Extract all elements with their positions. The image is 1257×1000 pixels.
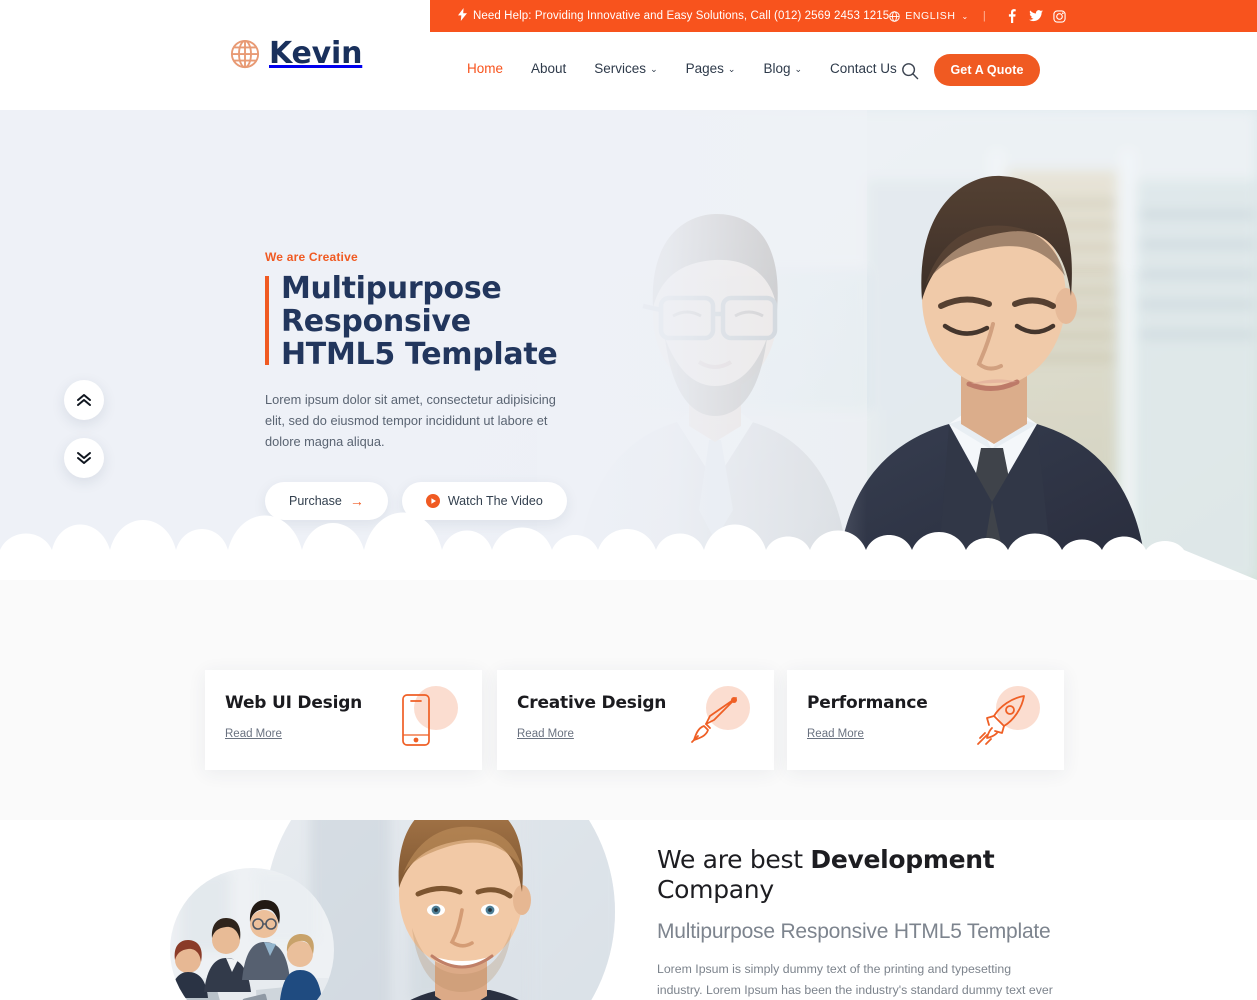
chevron-down-icon: ⌄ [727,64,736,74]
nav-item-about[interactable]: About [517,61,580,76]
nav-item-pages-label: Pages [685,61,724,76]
about-heading-bold: Development [810,845,995,874]
about-heading-pre: We are best [657,845,811,874]
about-heading: We are best Development Company [657,845,1057,905]
nav-item-pages[interactable]: Pages ⌄ [672,61,750,76]
hero-title-block: Multipurpose Responsive HTML5 Template [265,272,665,371]
nav-item-services-label: Services [594,61,647,76]
about-paragraph: Lorem Ipsum is simply dummy text of the … [657,961,1053,997]
topbar-divider: | [982,10,986,22]
logo-text: Kevin [269,36,363,71]
feature-card-web-ui-design[interactable]: Web UI Design Read More [205,670,482,770]
mobile-phone-icon [392,686,460,754]
about-text: We are best Development Company Multipur… [657,845,1057,1000]
about-images [160,737,640,1000]
twitter-icon[interactable] [1024,6,1048,26]
nav-item-home[interactable]: Home [453,61,517,76]
bolt-icon [458,8,467,24]
hero-content: We are Creative Multipurpose Responsive … [265,250,665,521]
hero-title: Multipurpose Responsive HTML5 Template [281,272,665,371]
paintbrush-icon [684,686,752,754]
search-icon[interactable] [901,62,919,80]
instagram-icon[interactable] [1048,6,1072,26]
nav-item-contact-us-label: Contact Us [830,61,897,76]
globe-icon [889,10,900,22]
hero-subtitle: Lorem ipsum dolor sit amet, consectetur … [265,389,565,452]
feature-card-title: Web UI Design [225,693,363,713]
feature-card-title: Performance [807,693,928,713]
read-more-link[interactable]: Read More [225,723,291,745]
rocket-icon [974,686,1042,754]
read-more-link[interactable]: Read More [807,723,873,745]
site-header: Need Help: Providing Innovative and Easy… [0,0,1257,110]
slider-next-button[interactable] [64,438,104,478]
about-heading-post: Company [657,875,774,904]
feature-card-creative-design[interactable]: Creative Design Read More [497,670,774,770]
language-label: ENGLISH [905,10,956,22]
top-announcement-bar: Need Help: Providing Innovative and Easy… [430,0,1257,32]
page-root: We are Creative Multipurpose Responsive … [0,0,1257,1000]
feature-card-performance[interactable]: Performance Read More [787,670,1064,770]
topbar-message-group: Need Help: Providing Innovative and Easy… [458,8,889,24]
hero-slider-nav [64,380,104,478]
topbar-message: Need Help: Providing Innovative and Easy… [473,10,890,22]
nav-item-services[interactable]: Services ⌄ [580,61,671,76]
hero-eyebrow: We are Creative [265,250,358,264]
arrow-right-icon: → [349,493,364,510]
about-section: We are best Development Company Multipur… [0,737,1257,1000]
site-logo[interactable]: Kevin [230,36,362,71]
language-selector[interactable]: ENGLISH ⌄ [889,10,969,22]
read-more-link[interactable]: Read More [517,723,583,745]
nav-item-about-label: About [531,61,567,76]
main-navigation: Home About Services ⌄ Pages ⌄ Blog ⌄ Contac… [453,61,911,76]
feature-cards-section: Web UI Design Read More Creative Design … [0,580,1257,820]
slider-prev-button[interactable] [64,380,104,420]
purchase-button-label: Purchase [289,494,342,509]
topbar-utilities: ENGLISH ⌄ | [889,6,1071,26]
nav-item-contact-us[interactable]: Contact Us [816,61,911,76]
feature-card-title: Creative Design [517,693,667,713]
hero-section: We are Creative Multipurpose Responsive … [0,110,1257,580]
cloud-divider [0,510,1257,580]
globe-icon [230,39,260,69]
hero-title-line-1: Multipurpose Responsive [281,271,502,339]
nav-item-blog-label: Blog [763,61,791,76]
chevron-down-icon: ⌄ [650,64,658,74]
nav-item-home-label: Home [467,61,504,76]
nav-item-blog[interactable]: Blog ⌄ [749,61,816,76]
chevron-down-icon: ⌄ [961,11,969,21]
hero-title-line-2: HTML5 Template [281,337,558,372]
watch-video-label: Watch The Video [447,494,543,509]
about-subheading: Multipurpose Responsive HTML5 Template [657,920,1051,943]
facebook-icon[interactable] [1000,6,1024,26]
chevron-down-icon: ⌄ [794,64,803,74]
play-circle-icon [425,494,440,509]
get-a-quote-button[interactable]: Get A Quote [934,54,1040,86]
